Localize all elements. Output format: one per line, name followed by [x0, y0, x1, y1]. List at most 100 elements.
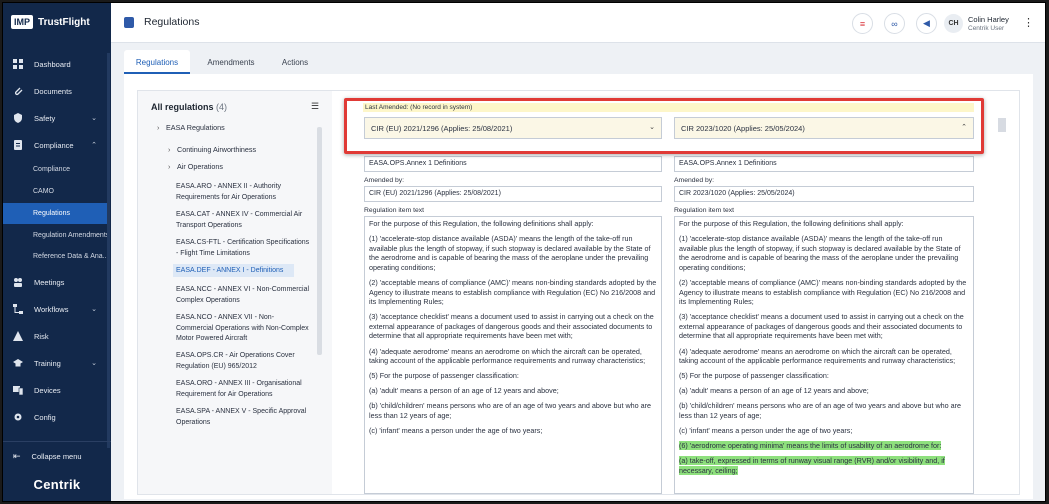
tree-leaf-cat[interactable]: EASA.CAT - ANNEX IV - Commercial Air Tra… — [173, 210, 313, 231]
added-text-highlight: (6) 'aerodrome operating minima' means t… — [679, 441, 942, 451]
sidebar-item-label: Safety — [34, 113, 56, 123]
sidebar-item-safety[interactable]: Safety ⌄ — [3, 107, 107, 129]
text-paragraph: (5) For the purpose of passenger classif… — [679, 371, 829, 381]
sidebar-item-devices[interactable]: Devices — [3, 379, 107, 401]
stack-icon: ≡ — [859, 18, 866, 29]
shield-icon — [14, 113, 22, 123]
tree-leaf-def-selected[interactable]: EASA.DEF - ANNEX I - Definitions — [173, 264, 294, 277]
text-paragraph: (c) 'infant' means a person under the ag… — [679, 426, 853, 436]
tree-node-continuing-airworthiness[interactable]: › Continuing Airworthiness — [168, 145, 256, 154]
tree-options-icon[interactable]: ☰ — [311, 101, 319, 112]
text-paragraph: For the purpose of this Regulation, the … — [369, 219, 594, 228]
sidebar-item-workflows[interactable]: Workflows ⌄ — [3, 298, 107, 320]
megaphone-icon: ◀ — [923, 18, 930, 28]
sidebar-item-dashboard[interactable]: Dashboard — [3, 53, 107, 75]
sidebar-scrollbar[interactable] — [107, 53, 110, 448]
right-item-field[interactable]: EASA.OPS.Annex 1 Definitions — [674, 156, 974, 172]
right-regulation-text[interactable]: For the purpose of this Regulation, the … — [674, 216, 974, 494]
logo[interactable]: IMP TrustFlight — [11, 15, 90, 29]
left-item-field[interactable]: EASA.OPS.Annex 1 Definitions — [364, 156, 662, 172]
app-window: IMP TrustFlight Dashboard Documents Safe… — [2, 2, 1046, 502]
tree-node-label: Continuing Airworthiness — [177, 145, 257, 154]
sidebar-subitem-reference-data[interactable]: Reference Data & Ana... — [3, 246, 107, 267]
tree-leaf-oro[interactable]: EASA.ORO - ANNEX III - Organisational Re… — [173, 379, 313, 400]
right-text-label: Regulation item text — [674, 207, 735, 214]
tree-node-air-operations[interactable]: › Air Operations — [168, 162, 223, 171]
sidebar-item-label: Documents — [34, 86, 72, 96]
tree-leaf-aro[interactable]: EASA.ARO - ANNEX II - Authority Requirem… — [173, 182, 313, 203]
risk-icon — [13, 331, 23, 341]
tree-leaf-ncc[interactable]: EASA.NCC - ANNEX VI - Non-Commercial Com… — [173, 285, 313, 306]
chevron-right-icon: › — [157, 123, 160, 132]
sidebar-item-training[interactable]: Training ⌄ — [3, 352, 107, 374]
sidebar-item-label: Compliance — [34, 140, 74, 150]
sidebar-item-label: Dashboard — [34, 59, 71, 69]
sidebar-subitem-compliance[interactable]: Compliance — [3, 159, 107, 180]
text-paragraph: (1) 'accelerate-stop distance available … — [679, 234, 961, 272]
text-paragraph: (2) 'acceptable means of compliance (AMC… — [369, 277, 657, 307]
added-text-paragraph: (a) take-off, expressed in terms of runw… — [679, 456, 969, 475]
chevron-right-icon: › — [168, 162, 171, 171]
sidebar-item-risk[interactable]: Risk — [3, 325, 107, 347]
left-regulation-text[interactable]: For the purpose of this Regulation, the … — [364, 216, 662, 494]
collapse-menu-button[interactable]: ⇤ Collapse menu — [3, 445, 111, 467]
tab-regulations[interactable]: Regulations — [124, 50, 190, 74]
tree-leaf-spa[interactable]: EASA.SPA - ANNEX V - Specific Approval O… — [173, 407, 313, 428]
kebab-menu-icon[interactable]: ⋮ — [1023, 16, 1034, 29]
tree-leaf-cs-ftl[interactable]: EASA.CS-FTL - Certification Specificatio… — [173, 238, 313, 259]
sidebar-item-label: Training — [34, 358, 61, 368]
added-text-paragraph: (6) 'aerodrome operating minima' means t… — [679, 441, 969, 451]
regulations-icon — [124, 17, 134, 28]
sidebar-item-label: Config — [34, 412, 56, 422]
sidebar-item-meetings[interactable]: Meetings — [3, 271, 107, 293]
sidebar-subitem-regulation-amendments[interactable]: Regulation Amendments — [3, 225, 107, 246]
devices-icon — [13, 386, 23, 395]
tree-node-easa-regulations[interactable]: › EASA Regulations — [157, 123, 225, 132]
sidebar-subitem-regulations[interactable]: Regulations — [3, 203, 107, 224]
left-text-label: Regulation item text — [364, 207, 425, 214]
text-paragraph: (5) For the purpose of passenger classif… — [369, 371, 519, 381]
config-icon — [14, 413, 22, 421]
sidebar-item-compliance[interactable]: Compliance ⌃ — [3, 134, 107, 156]
text-paragraph: (3) 'acceptance checklist' means a docum… — [369, 312, 654, 341]
right-amended-by-field[interactable]: CIR 2023/1020 (Applies: 25/05/2024) — [674, 186, 974, 202]
sidebar-item-label: Risk — [34, 331, 49, 341]
page-title: Regulations — [144, 16, 200, 28]
text-paragraph: (c) 'infant' means a person under the ag… — [369, 426, 543, 436]
tab-actions[interactable]: Actions — [267, 50, 323, 74]
compliance-icon — [14, 140, 22, 150]
graduation-cap-icon — [13, 359, 23, 367]
sidebar-item-documents[interactable]: Documents — [3, 80, 107, 102]
link-button[interactable]: ∞ — [884, 13, 905, 34]
sidebar-item-label: Meetings — [34, 277, 65, 287]
tree-count: (4) — [216, 102, 228, 112]
tree-leaf-ops-cr[interactable]: EASA.OPS.CR - Air Operations Cover Regul… — [173, 351, 313, 372]
chevron-right-icon: › — [168, 145, 171, 154]
text-paragraph: (4) 'adequate aerodrome' means an aerodr… — [679, 346, 956, 366]
left-amended-label: Amended by: — [364, 177, 405, 184]
user-name[interactable]: Colin Harley — [968, 15, 1009, 24]
sidebar-item-label: Devices — [34, 385, 61, 395]
avatar[interactable]: CH — [944, 14, 963, 33]
tab-amendments[interactable]: Amendments — [198, 50, 264, 74]
pane-scrollbar[interactable] — [998, 118, 1006, 132]
divider — [3, 441, 111, 442]
text-paragraph: (a) 'adult' means a person of an age of … — [679, 386, 869, 396]
workflow-icon — [13, 304, 23, 314]
text-paragraph: (b) 'child/children' means persons who a… — [369, 401, 652, 420]
left-amended-by-field[interactable]: CIR (EU) 2021/1296 (Applies: 25/08/2021) — [364, 186, 662, 202]
tree-leaf-nco[interactable]: EASA.NCO - ANNEX VII - Non-Commercial Op… — [173, 313, 313, 345]
brand-footer-logo: Centrik — [33, 477, 81, 492]
sidebar-subitem-camo[interactable]: CAMO — [3, 181, 107, 202]
added-text-highlight: (a) take-off, expressed in terms of runw… — [679, 456, 945, 475]
collapse-label: Collapse menu — [31, 451, 82, 461]
text-paragraph: (b) 'child/children' means persons who a… — [679, 401, 962, 420]
stack-button[interactable]: ≡ — [852, 13, 873, 34]
right-amended-label: Amended by: — [674, 177, 715, 184]
tree-scrollbar[interactable] — [317, 127, 322, 355]
announcements-button[interactable]: ◀ — [916, 13, 937, 34]
chevron-down-icon: ⌄ — [91, 306, 97, 313]
sidebar-item-config[interactable]: Config — [3, 406, 107, 428]
chevron-down-icon: ⌄ — [91, 360, 97, 367]
collapse-icon: ⇤ — [13, 450, 21, 461]
